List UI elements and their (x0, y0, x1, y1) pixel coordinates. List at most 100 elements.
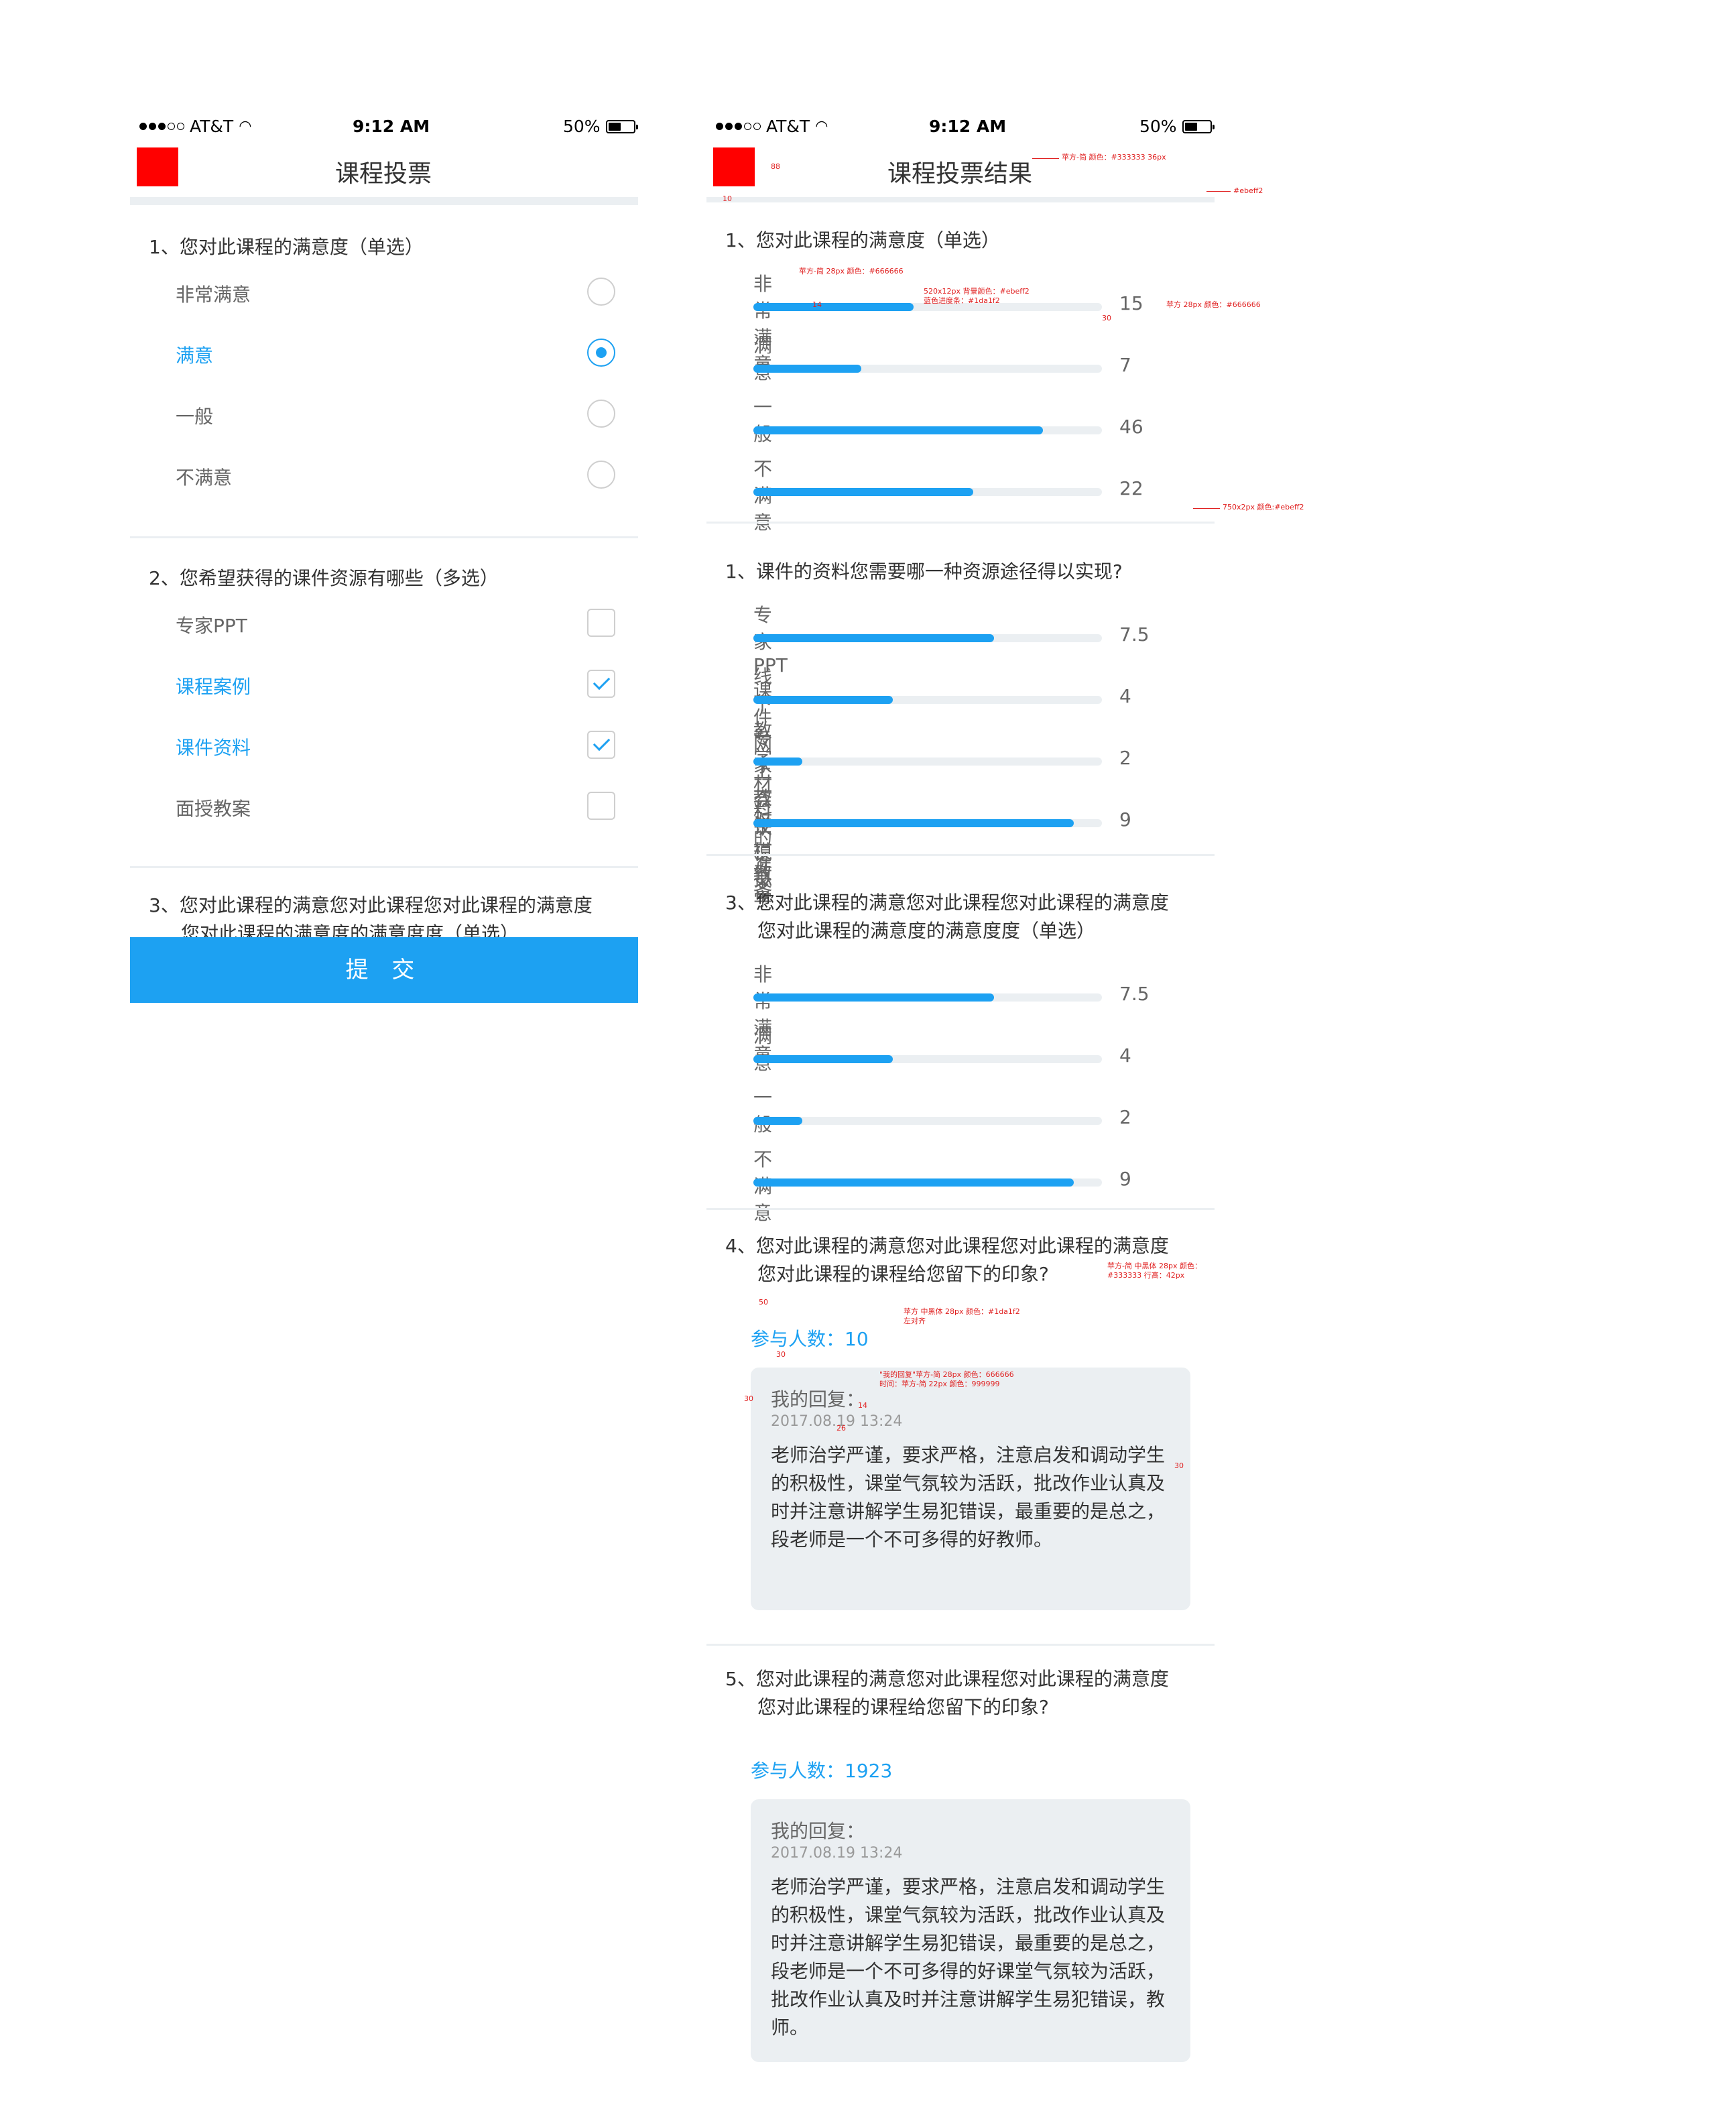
result-4-title: 4、您对此课程的满意您对此课程您对此课程的满意度 您对此课程的课程给您留下的印象… (725, 1232, 1169, 1288)
annotation-spacing: 14 (812, 300, 822, 309)
section-divider (706, 854, 1215, 856)
annotation-participants-font: 苹方 中黑体 28px 颜色：#1da1f2 (904, 1307, 1020, 1316)
result-bar-fill (753, 303, 914, 311)
result-bar-fill (753, 426, 1043, 434)
status-bar: AT&T ◠ 9:12 AM 50% (129, 101, 638, 136)
wifi-icon: ◠ (815, 118, 828, 135)
section-divider (130, 866, 638, 868)
checkbox-option[interactable]: 课件资料 (129, 725, 638, 766)
annotation-time-font: 时间：苹方-简 22px 颜色：999999 (879, 1380, 1000, 1388)
question-3-line1: 3、您对此课程的满意您对此课程您对此课程的满意度 (149, 894, 593, 916)
annotation-bar-color: 蓝色进度条：#1da1f2 (924, 296, 1000, 305)
radio-option[interactable]: 不满意 (129, 455, 638, 495)
annotation-bar-size: 520x12px 背景颜色：#ebeff2 (924, 287, 1030, 296)
status-time: 9:12 AM (929, 117, 1007, 136)
option-label: 非常满意 (176, 284, 251, 306)
result-label: 一般 (753, 396, 773, 445)
result-bar-track (753, 1055, 1102, 1063)
result-label: 满意 (753, 1025, 773, 1074)
carrier: AT&T ◠ (139, 117, 251, 136)
option-label: 课件资料 (176, 737, 251, 759)
option-label: 课程案例 (176, 676, 251, 698)
wifi-icon: ◠ (239, 118, 252, 135)
annotation-participants-align: 左对齐 (904, 1317, 926, 1325)
checkbox[interactable] (587, 609, 615, 637)
carrier-label: AT&T (766, 117, 810, 136)
annotation-reply-font: "我的回复"苹方-简 28px 颜色：666666 (879, 1370, 1014, 1379)
result-bar-fill (753, 696, 893, 704)
result-bar-fill (753, 1178, 1074, 1187)
right-phone: AT&T ◠ 9:12 AM 50% 课程投票结果 1、您对此课程的满意度（单选… (705, 101, 1215, 2112)
checkbox[interactable] (587, 731, 615, 759)
result-bar-fill (753, 758, 802, 766)
result-count: 9 (1119, 808, 1131, 831)
radio-option[interactable]: 满意 (129, 333, 638, 373)
result-count: 9 (1119, 1168, 1131, 1190)
signal-icon (139, 123, 184, 130)
signal-icon (716, 123, 761, 130)
annotation-count-font: 苹方 28px 颜色：#666666 (1166, 300, 1261, 309)
annotation-question-lineheight: #333333 行高：42px (1107, 1271, 1185, 1280)
participants-count: 参与人数：1923 (751, 1760, 893, 1782)
reply-time: 2017.08.19 13:24 (771, 1845, 903, 1862)
annotation-section-divider: 750x2px 颜色:#ebeff2 (1223, 503, 1304, 511)
radio-option[interactable]: 非常满意 (129, 272, 638, 312)
reply-text: 老师治学严谨，要求严格，注意启发和调动学生的积极性，课堂气氛较为活跃，批改作业认… (771, 1876, 1166, 2039)
result-5-line2: 您对此课程的课程给您留下的印象? (757, 1696, 1049, 1718)
section-divider (706, 1208, 1215, 1210)
result-count: 2 (1119, 1106, 1131, 1128)
carrier: AT&T ◠ (716, 117, 828, 136)
result-bar-fill (753, 1117, 802, 1125)
annotation-spacing: 88 (771, 162, 780, 171)
annotation-spacing: 30 (1102, 314, 1111, 322)
annotation-option-font: 苹方-简 28px 颜色：#666666 (799, 267, 904, 276)
battery-label: 50% (563, 117, 601, 136)
checkbox-option[interactable]: 面授教案 (129, 786, 638, 827)
checkbox-option[interactable]: 课程案例 (129, 664, 638, 705)
result-bar-track (753, 993, 1102, 1002)
result-bar-track (753, 819, 1102, 827)
checkbox[interactable] (587, 792, 615, 820)
nav-divider (706, 197, 1215, 202)
result-bar-fill (753, 634, 994, 642)
radio-button[interactable] (587, 461, 615, 489)
result-count: 4 (1119, 1044, 1131, 1067)
result-3-line2: 您对此课程的满意度的满意度度（单选） (757, 920, 1096, 942)
annotation-leader (1032, 158, 1059, 159)
option-label: 满意 (176, 345, 214, 367)
result-bar-track (753, 634, 1102, 642)
question-1-title: 1、您对此课程的满意度（单选） (149, 236, 424, 258)
result-bar-fill (753, 488, 973, 496)
result-4-line2: 您对此课程的课程给您留下的印象? (757, 1263, 1049, 1285)
radio-button[interactable] (587, 278, 615, 306)
annotation-spacing: 10 (723, 194, 732, 203)
result-count: 7 (1119, 354, 1131, 376)
section-divider (706, 522, 1215, 524)
annotation-spacing: 14 (858, 1401, 867, 1410)
result-bar-track (753, 696, 1102, 704)
left-phone: AT&T ◠ 9:12 AM 50% 课程投票 1、您对此课程的满意度（单选） … (129, 101, 638, 1019)
status-bar: AT&T ◠ 9:12 AM 50% (705, 101, 1215, 136)
submit-button[interactable]: 提 交 (130, 937, 638, 1003)
carrier-label: AT&T (190, 117, 234, 136)
annotation-leader (1206, 191, 1231, 192)
radio-button[interactable] (587, 400, 615, 428)
battery-label: 50% (1139, 117, 1177, 136)
radio-button[interactable] (587, 339, 615, 367)
option-label: 一般 (176, 406, 214, 428)
reply-card: 我的回复： 2017.08.19 13:24 老师治学严谨，要求严格，注意启发和… (751, 1799, 1190, 2062)
section-divider (706, 1644, 1215, 1646)
result-bar-fill (753, 365, 861, 373)
checkbox-option[interactable]: 专家PPT (129, 603, 638, 644)
result-2-title: 1、课件的资料您需要哪一种资源途径得以实现? (725, 560, 1123, 583)
result-1-title: 1、您对此课程的满意度（单选） (725, 229, 1000, 251)
battery-icon (1182, 119, 1215, 133)
result-bar-track (753, 1117, 1102, 1125)
result-count: 7.5 (1119, 623, 1150, 646)
question-3-line2: 您对此课程的满意度的满意度度（单选） (181, 922, 519, 937)
annotation-spacing: 50 (759, 1298, 768, 1307)
checkbox[interactable] (587, 670, 615, 698)
radio-option[interactable]: 一般 (129, 394, 638, 434)
result-bar-fill (753, 993, 994, 1002)
result-label: 会议记录 (753, 789, 773, 892)
